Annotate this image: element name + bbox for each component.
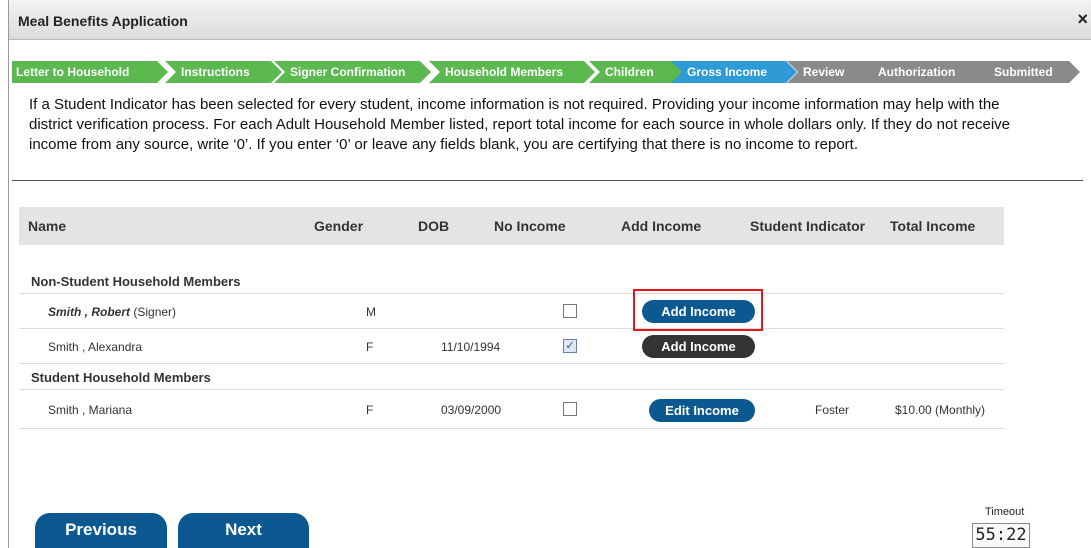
table-row: Smith , Robert (Signer) M Add Income: [19, 294, 1004, 329]
edit-income-button[interactable]: Edit Income: [649, 399, 755, 422]
member-gender: M: [366, 305, 376, 319]
header-student-indicator: Student Indicator: [750, 218, 866, 234]
step-signer-confirmation[interactable]: Signer Confirmation: [274, 61, 431, 83]
member-name: Smith , Alexandra: [48, 340, 143, 354]
header-no-income: No Income: [494, 218, 566, 234]
dialog-title: Meal Benefits Application: [18, 13, 188, 29]
table-row: Smith , Mariana F 03/09/2000 Edit Income…: [19, 390, 1004, 429]
income-instructions: If a Student Indicator has been selected…: [29, 96, 1011, 153]
header-dob: DOB: [418, 218, 450, 234]
close-icon[interactable]: ×: [1077, 10, 1088, 28]
add-income-button[interactable]: Add Income: [642, 335, 755, 358]
table-row: Smith , Alexandra F 11/10/1994 ✓ Add Inc…: [19, 329, 1004, 364]
member-name: Smith , Robert: [48, 305, 131, 319]
no-income-checkbox[interactable]: ✓: [563, 339, 577, 353]
checkmark-icon: ✓: [565, 340, 575, 352]
step-authorization[interactable]: Authorization: [862, 61, 992, 83]
student-indicator: Foster: [815, 403, 850, 417]
no-income-checkbox[interactable]: [563, 304, 577, 318]
header-name: Name: [28, 218, 67, 234]
group-label: Student Household Members: [31, 370, 211, 385]
member-dob: 11/10/1994: [441, 340, 501, 354]
member-gender: F: [366, 403, 374, 417]
progress-steps: Letter to Household Instructions Signer …: [12, 61, 1082, 83]
member-role: (Signer): [130, 305, 177, 319]
next-button[interactable]: Next: [178, 513, 309, 548]
dialog-titlebar: Meal Benefits Application ×: [9, 0, 1091, 40]
member-dob: 03/09/2000: [441, 403, 502, 417]
timeout-counter: 55:22: [972, 523, 1030, 548]
group-label: Non-Student Household Members: [31, 274, 241, 289]
header-gender: Gender: [314, 218, 364, 234]
member-gender: F: [366, 340, 374, 354]
step-instructions[interactable]: Instructions: [165, 61, 282, 83]
group-non-student: Non-Student Household Members: [19, 268, 1004, 294]
step-submitted[interactable]: Submitted: [978, 61, 1080, 83]
timeout-label: Timeout: [985, 506, 1025, 518]
total-income: $10.00 (Monthly): [895, 403, 986, 417]
header-add-income: Add Income: [621, 218, 702, 234]
highlight-box: [633, 289, 763, 331]
step-gross-income[interactable]: Gross Income: [671, 61, 797, 83]
group-student: Student Household Members: [19, 364, 1004, 390]
no-income-checkbox[interactable]: [563, 402, 577, 416]
member-name: Smith , Mariana: [48, 403, 133, 417]
table-header: Name Gender DOB No Income Add Income Stu…: [19, 207, 1004, 245]
step-household-members[interactable]: Household Members: [429, 61, 595, 83]
step-review[interactable]: Review: [787, 61, 878, 83]
header-total-income: Total Income: [890, 218, 976, 234]
previous-button[interactable]: Previous: [35, 513, 167, 548]
step-children[interactable]: Children: [589, 61, 683, 83]
section-divider: [12, 180, 1083, 181]
step-letter-to-household[interactable]: Letter to Household: [12, 61, 168, 83]
